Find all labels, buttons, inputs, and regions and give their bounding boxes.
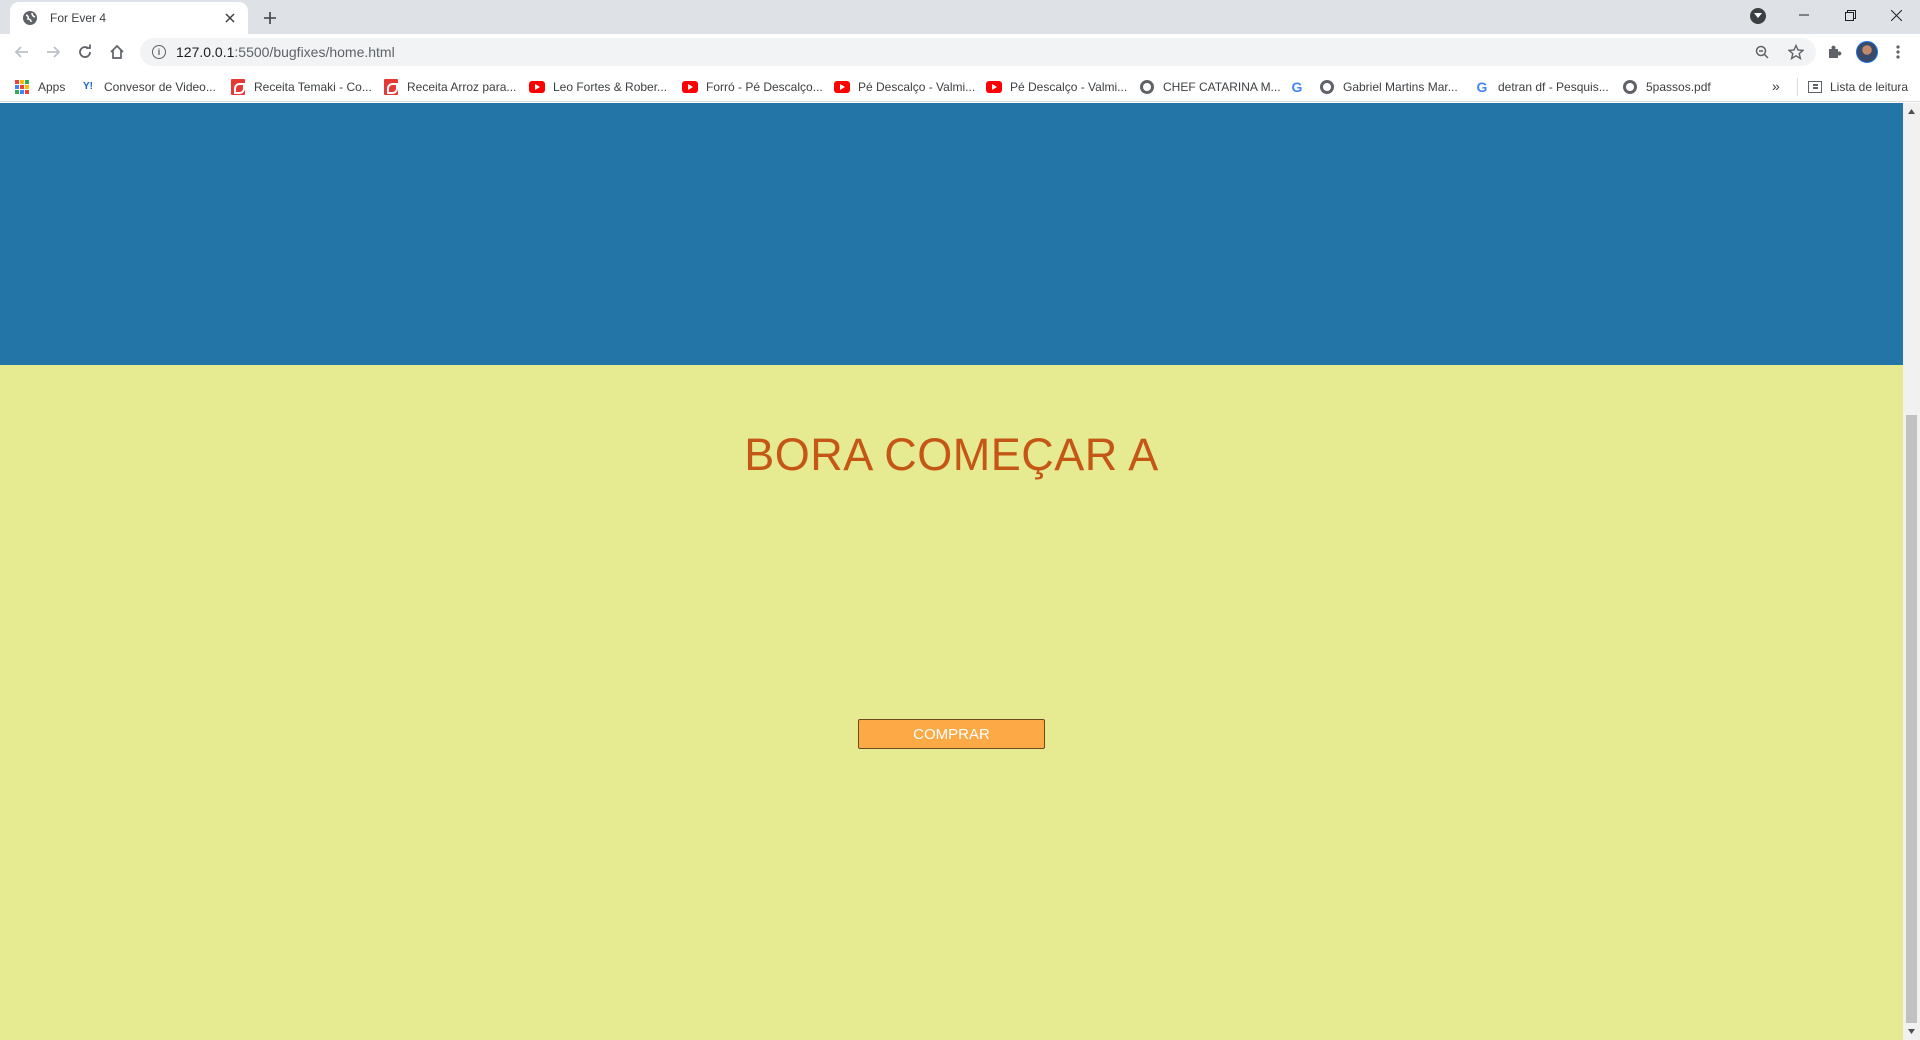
bookmark-item[interactable]: Y! Convesor de Video... xyxy=(80,78,216,96)
back-button[interactable] xyxy=(10,40,34,64)
reload-icon xyxy=(79,44,91,58)
restore-button[interactable] xyxy=(1827,0,1873,30)
bookmarks-bar: Apps Y! Convesor de Video... Receita Tem… xyxy=(0,70,1920,102)
tab-title: For Ever 4 xyxy=(50,11,107,25)
reading-list-icon xyxy=(1808,81,1822,93)
hero-banner xyxy=(0,103,1903,365)
bookmarks-divider xyxy=(1797,78,1798,96)
arrow-left-icon xyxy=(14,46,28,58)
puzzle-icon xyxy=(1829,45,1842,58)
bookmark-item[interactable]: Leo Fortes & Rober... xyxy=(529,78,667,96)
bookmark-item[interactable]: 5passos.pdf xyxy=(1622,78,1711,96)
url-path: :5500/bugfixes/home.html xyxy=(234,44,395,60)
scroll-down-icon[interactable] xyxy=(1903,1023,1920,1040)
reload-button[interactable] xyxy=(73,40,97,64)
bookmark-label: Forró - Pé Descalço... xyxy=(706,80,823,94)
pdf-icon xyxy=(383,79,399,95)
info-icon[interactable]: i xyxy=(152,45,166,59)
url-host: 127.0.0.1 xyxy=(176,44,235,60)
zoom-icon[interactable] xyxy=(1752,42,1772,62)
bookmark-apps[interactable]: Apps xyxy=(14,78,65,96)
bookmark-item[interactable]: CHEF CATARINA M... xyxy=(1139,78,1281,96)
arrow-right-icon xyxy=(47,46,61,58)
home-icon xyxy=(110,44,124,59)
bookmark-label: detran df - Pesquis... xyxy=(1498,80,1609,94)
bookmark-item[interactable]: G xyxy=(1289,78,1313,96)
close-window-button[interactable] xyxy=(1873,0,1919,30)
buy-button[interactable]: COMPRAR xyxy=(858,719,1045,749)
bookmark-label: CHEF CATARINA M... xyxy=(1163,80,1281,94)
browser-toolbar: i 127.0.0.1:5500/bugfixes/home.html xyxy=(0,34,1920,70)
bookmark-label: Apps xyxy=(38,80,66,94)
reading-list-button[interactable]: Lista de leitura xyxy=(1808,78,1908,96)
bookmark-item[interactable]: Forró - Pé Descalço... xyxy=(682,78,823,96)
google-icon: G xyxy=(1291,79,1303,95)
bookmark-item[interactable]: Pé Descalço - Valmi... xyxy=(834,78,975,96)
profile-avatar[interactable] xyxy=(1856,41,1878,63)
scroll-thumb[interactable] xyxy=(1906,415,1917,1023)
youtube-icon xyxy=(682,79,698,95)
bookmark-label: Leo Fortes & Rober... xyxy=(553,80,668,94)
globe-icon xyxy=(1139,79,1155,95)
minimize-button[interactable] xyxy=(1781,0,1827,30)
bookmark-item[interactable]: Receita Arroz para... xyxy=(383,78,516,96)
bookmark-label: Convesor de Video... xyxy=(104,80,216,94)
youtube-icon xyxy=(834,79,850,95)
address-bar[interactable]: i 127.0.0.1:5500/bugfixes/home.html xyxy=(140,38,1816,66)
close-tab-icon[interactable] xyxy=(222,10,238,26)
reading-list-label: Lista de leitura xyxy=(1830,80,1909,94)
youtube-icon xyxy=(986,79,1002,95)
tab-search-icon[interactable] xyxy=(1750,8,1766,24)
youtube-icon xyxy=(529,79,545,95)
tab-strip: For Ever 4 xyxy=(0,0,1920,34)
bookmark-label: 5passos.pdf xyxy=(1646,80,1711,94)
star-icon[interactable] xyxy=(1786,42,1806,62)
globe-icon xyxy=(22,10,38,26)
bookmark-label: Pé Descalço - Valmi... xyxy=(1010,80,1128,94)
bookmark-label: Receita Temaki - Co... xyxy=(254,80,372,94)
pdf-icon xyxy=(230,79,246,95)
bookmark-label: Receita Arroz para... xyxy=(407,80,517,94)
bookmark-item[interactable]: Gabriel Martins Mar... xyxy=(1319,78,1458,96)
bookmark-item[interactable]: G detran df - Pesquis... xyxy=(1474,78,1609,96)
home-button[interactable] xyxy=(105,40,129,64)
bookmark-item[interactable]: Pé Descalço - Valmi... xyxy=(986,78,1127,96)
extensions-button[interactable] xyxy=(1822,40,1846,64)
bookmarks-overflow-button[interactable]: » xyxy=(1772,78,1780,94)
browser-tab[interactable]: For Ever 4 xyxy=(10,2,248,34)
page-scrollbar[interactable] xyxy=(1903,103,1920,1040)
globe-icon xyxy=(1622,79,1638,95)
scroll-up-icon[interactable] xyxy=(1903,103,1920,120)
yt-converter-icon: Y! xyxy=(83,81,93,92)
bookmark-item[interactable]: Receita Temaki - Co... xyxy=(230,78,372,96)
page-viewport: BORA COMEÇAR A COMPRAR xyxy=(0,103,1903,1040)
browser-menu-button[interactable] xyxy=(1886,40,1910,64)
url-text[interactable]: 127.0.0.1:5500/bugfixes/home.html xyxy=(176,44,395,60)
forward-button[interactable] xyxy=(41,40,65,64)
new-tab-button[interactable] xyxy=(258,6,282,30)
globe-icon xyxy=(1319,79,1335,95)
bookmark-label: Gabriel Martins Mar... xyxy=(1343,80,1458,94)
apps-grid-icon xyxy=(14,79,30,95)
bookmark-label: Pé Descalço - Valmi... xyxy=(858,80,976,94)
kebab-menu-icon xyxy=(1896,45,1900,59)
page-headline: BORA COMEÇAR A xyxy=(744,429,1159,480)
google-icon: G xyxy=(1476,79,1488,95)
